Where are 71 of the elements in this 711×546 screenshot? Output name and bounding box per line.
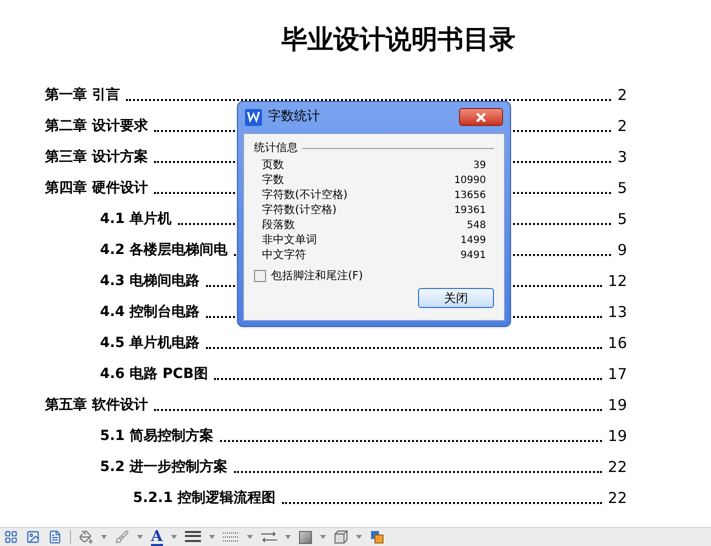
close-dialog-button[interactable]: 关闭	[418, 288, 494, 308]
stat-value: 1499	[460, 234, 486, 248]
shadow-style-icon[interactable]	[298, 530, 312, 544]
page-number: 19	[608, 395, 627, 416]
page-number: 13	[608, 302, 627, 324]
toc-entry: 第三章 设计方案	[45, 148, 148, 167]
stat-value: 39	[473, 158, 486, 172]
toc-entry: 第五章 软件设计	[45, 396, 148, 415]
page-number: 2	[617, 116, 627, 138]
stat-label: 字符数(不计空格)	[262, 186, 348, 203]
dropdown-caret-icon	[101, 535, 107, 539]
dropdown-caret-icon	[356, 535, 362, 539]
checkbox[interactable]	[254, 270, 266, 282]
stat-label: 页数	[262, 156, 284, 173]
toc-entry: 4.6 电路 PCB图	[100, 365, 208, 384]
dropdown-caret-icon	[284, 535, 291, 539]
app-logo-icon	[245, 108, 262, 126]
toc-entry: 第四章 硬件设计	[45, 178, 148, 198]
toc-entry: 5.2.1 控制逻辑流程图	[133, 488, 276, 508]
toc-entry: 5.1 简易控制方案	[100, 426, 214, 446]
checkbox-label: 包括脚注和尾注(F)	[271, 268, 363, 284]
page-number: 22	[608, 488, 627, 510]
font-color-button[interactable]: A	[151, 528, 163, 546]
stat-label: 中文字符	[262, 246, 306, 263]
stat-label: 字数	[262, 172, 284, 188]
toc-entry: 5.2 进一步控制方案	[100, 458, 228, 477]
toc-entry: 第二章 设计要求	[45, 116, 148, 136]
document-title: 毕业设计说明书目录	[282, 24, 516, 56]
cube-icon[interactable]	[334, 530, 348, 544]
toc-entry: 4.3 电梯间电路	[100, 272, 200, 291]
close-button[interactable]	[459, 108, 503, 126]
stat-label: 非中文单词	[262, 232, 317, 248]
dropdown-caret-icon	[208, 535, 215, 539]
page-number: 19	[608, 426, 627, 448]
page-number: 5	[617, 209, 627, 230]
stat-value: 19361	[454, 204, 486, 218]
group-label: 统计信息	[254, 140, 298, 156]
page-number: 9	[617, 240, 627, 262]
line-color-icon[interactable]	[115, 530, 129, 544]
stat-value: 13656	[454, 188, 486, 202]
stat-value: 10990	[454, 174, 486, 188]
page-number: 17	[608, 364, 627, 386]
page-number: 2	[617, 85, 627, 106]
layers-icon[interactable]	[370, 530, 385, 544]
toc-entry: 第一章 引言	[45, 86, 120, 105]
picture-icon[interactable]	[26, 530, 40, 544]
dropdown-caret-icon	[320, 535, 326, 539]
dash-style-icon[interactable]	[222, 531, 239, 543]
dropdown-caret-icon	[137, 535, 143, 539]
close-icon	[476, 112, 486, 122]
page-number: 22	[608, 457, 627, 478]
toc-entry: 4.1 单片机	[100, 210, 172, 229]
toc-entry: 4.4 控制台电路	[100, 303, 200, 322]
dialog-title: 字数统计	[268, 108, 321, 126]
stat-label: 字符数(计空格)	[262, 202, 337, 218]
page-number: 3	[617, 147, 627, 168]
fill-color-icon[interactable]	[79, 530, 93, 544]
stat-value: 548	[466, 218, 486, 232]
stat-label: 段落数	[262, 216, 295, 233]
page-number: 16	[608, 333, 627, 354]
toc-entry: 4.5 单片机电路	[100, 334, 200, 353]
toc-entry: 4.2 各楼层电梯间电	[100, 241, 228, 260]
line-weight-icon[interactable]	[184, 531, 201, 543]
dropdown-caret-icon	[170, 535, 177, 539]
page-number: 12	[608, 271, 627, 292]
page-number: 5	[617, 178, 627, 200]
arrow-style-icon[interactable]	[260, 531, 277, 543]
diagram-icon[interactable]	[4, 530, 18, 544]
text-box-icon[interactable]	[48, 530, 62, 544]
stat-value: 9491	[460, 248, 486, 262]
dropdown-caret-icon	[246, 535, 253, 539]
